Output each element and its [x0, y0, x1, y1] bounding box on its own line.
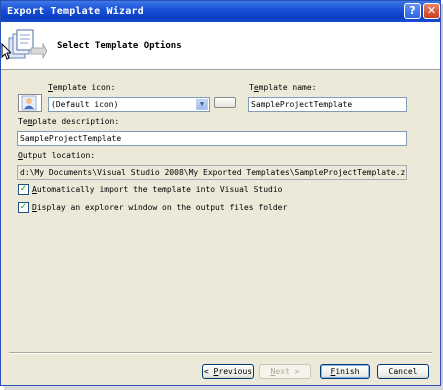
window-shadow-bottom [4, 386, 443, 390]
window-title: Export Template Wizard [7, 6, 144, 17]
output-location-label: Output location: [18, 151, 96, 160]
finish-button[interactable]: Finish [320, 364, 370, 379]
previous-button[interactable]: < Previous [202, 364, 254, 379]
wizard-template-icon [8, 29, 47, 60]
cancel-button[interactable]: Cancel [377, 364, 429, 379]
auto-import-checkbox[interactable]: ✓ [18, 184, 29, 195]
export-template-wizard-window: Export Template Wizard ? ✕ Select Templa… [0, 0, 441, 386]
display-explorer-label[interactable]: Display an explorer window on the output… [32, 203, 287, 212]
title-bar[interactable]: Export Template Wizard ? ✕ [1, 1, 440, 22]
wizard-header: Select Template Options [1, 22, 440, 70]
output-location-field[interactable]: d:\My Documents\Visual Studio 2008\My Ex… [17, 165, 407, 180]
footer-divider [9, 352, 432, 354]
mouse-cursor-icon [1, 43, 11, 60]
template-icon-preview [18, 94, 42, 112]
page-title: Select Template Options [57, 41, 182, 51]
template-description-label: Template description: [18, 117, 120, 126]
close-button[interactable]: ✕ [423, 3, 440, 19]
auto-import-label[interactable]: Automatically import the template into V… [32, 185, 282, 194]
template-icon-combobox[interactable]: (Default icon) ▼ [48, 97, 210, 112]
help-button[interactable]: ? [404, 3, 421, 19]
next-button[interactable]: Next > [259, 364, 311, 379]
browse-icon-button[interactable] [214, 97, 236, 108]
template-name-input[interactable]: SampleProjectTemplate [248, 97, 407, 112]
template-icon-value: (Default icon) [51, 100, 119, 109]
template-name-label: Template name: [249, 83, 317, 92]
template-icon-label: Template icon: [48, 83, 116, 92]
user-image-icon [21, 95, 37, 111]
template-description-input[interactable]: SampleProjectTemplate [17, 131, 407, 146]
display-explorer-checkbox[interactable]: ✓ [18, 202, 29, 213]
chevron-down-icon[interactable]: ▼ [196, 99, 208, 110]
